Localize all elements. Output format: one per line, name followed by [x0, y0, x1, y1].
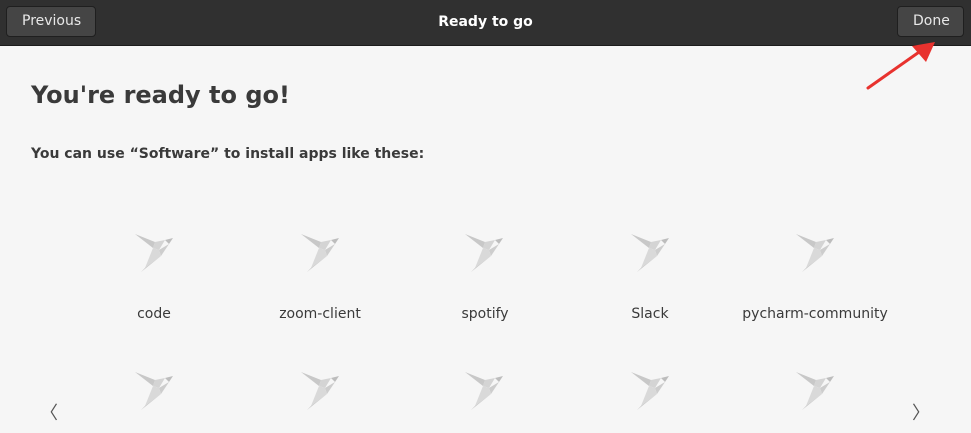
annotation-arrow-icon [866, 42, 935, 90]
carousel-previous-icon[interactable]: 〈 [40, 402, 58, 426]
page-subtitle: You can use “Software” to install apps l… [31, 146, 425, 162]
carousel-next-icon[interactable]: 〉 [912, 402, 930, 426]
app-placeholder-icon [796, 234, 834, 272]
done-button[interactable]: Done [897, 6, 964, 37]
app-placeholder-icon[interactable] [461, 366, 509, 414]
previous-button[interactable]: Previous [6, 6, 96, 37]
headerbar: Previous Ready to go Done [0, 0, 971, 46]
page-heading: You're ready to go! [31, 81, 290, 109]
app-placeholder-icon [135, 234, 173, 272]
app-placeholder-icon [301, 234, 339, 272]
app-label-pycharm-community: pycharm-community [742, 306, 888, 322]
app-placeholder-icon [631, 234, 669, 272]
app-placeholder-icon[interactable] [627, 366, 675, 414]
app-placeholder-icon[interactable] [297, 366, 345, 414]
window-title: Ready to go [438, 14, 533, 30]
app-placeholder-icon[interactable] [131, 366, 179, 414]
app-placeholder-icon [465, 234, 503, 272]
app-placeholder-icon[interactable] [792, 366, 840, 414]
